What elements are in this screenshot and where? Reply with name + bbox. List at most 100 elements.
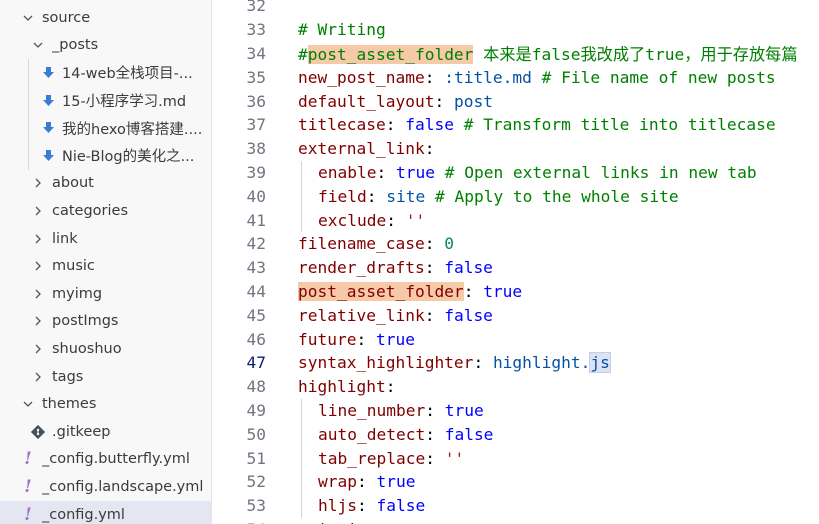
code-text: wrap: true: [318, 472, 415, 491]
code-line[interactable]: 49 line_number: true: [212, 398, 819, 423]
code-text: default_layout: post: [298, 92, 493, 111]
code-line[interactable]: 47 syntax_highlighter: highlight.js: [212, 351, 819, 375]
code-line[interactable]: 53 hljs: false: [212, 493, 819, 518]
code-line[interactable]: 41 exclude: '': [212, 208, 819, 232]
code-token: :: [425, 400, 445, 420]
explorer-item-myimg[interactable]: myimg: [0, 280, 211, 308]
code-token: field: [318, 186, 367, 206]
code-line[interactable]: 40 field: site # Apply to the whole site: [212, 184, 819, 209]
code-text: filename_case: 0: [298, 234, 454, 253]
chevron-right-icon[interactable]: [30, 258, 46, 274]
explorer-item-nie-blog[interactable]: Nie-Blog的美化之...: [0, 142, 211, 170]
chevron-right-icon[interactable]: [30, 369, 46, 385]
markdown-file-icon: [40, 94, 56, 108]
explorer-item-source[interactable]: source: [0, 4, 211, 32]
code-line[interactable]: 37 titlecase: false # Transform title int…: [212, 113, 819, 137]
code-token: external_link: [298, 139, 425, 159]
file-explorer: source _posts 14-web全栈项目-... 15-小程序学习.md 我的h…: [0, 0, 212, 524]
explorer-item-config-yml[interactable]: ! _config.yml: [0, 500, 211, 524]
code-line[interactable]: 45 relative_link: false: [212, 303, 819, 327]
chevron-right-icon[interactable]: [30, 313, 46, 329]
code-line[interactable]: 51 tab_replace: '': [212, 446, 819, 470]
line-number: 49: [246, 400, 267, 420]
explorer-item-label: .gitkeep: [52, 423, 111, 440]
explorer-item-posts[interactable]: _posts: [0, 32, 211, 60]
chevron-down-icon[interactable]: [20, 10, 36, 26]
code-line[interactable]: 36 default_layout: post: [212, 89, 819, 113]
code-line[interactable]: 43 render_drafts: false: [212, 256, 819, 280]
code-token: wrap: [318, 472, 357, 492]
explorer-item-label: _posts: [52, 37, 99, 54]
indent-guide: [301, 422, 302, 447]
explorer-item-about[interactable]: about: [0, 170, 211, 198]
code-token: '': [444, 448, 465, 468]
code-text: relative_link: false: [298, 306, 493, 325]
explorer-item-music[interactable]: music: [0, 252, 211, 280]
explorer-item-config-butterfly-yml[interactable]: ! _config.butterfly.yml: [0, 446, 211, 474]
code-text: new_post_name: :title.md # File name of …: [298, 68, 776, 87]
line-number: 34: [246, 43, 267, 63]
code-token: :: [424, 234, 445, 254]
code-line[interactable]: 50 auto_detect: false: [212, 422, 819, 447]
code-line[interactable]: 34 #post_asset_folder 本来是false我改成了true，用于…: [212, 42, 819, 66]
code-line[interactable]: 42 filename_case: 0: [212, 232, 819, 256]
code-token: render_drafts: [298, 258, 425, 278]
code-token: true: [444, 400, 484, 420]
code-token: :: [424, 139, 435, 159]
chevron-right-icon[interactable]: [30, 175, 46, 191]
code-token: tab_replace: [318, 448, 426, 468]
line-number: 48: [246, 377, 267, 397]
line-number: 44: [246, 281, 267, 301]
code-token: :: [386, 210, 406, 230]
line-number: 32: [246, 0, 267, 16]
line-number: 35: [246, 67, 267, 87]
code-line[interactable]: 33 # Writing: [212, 18, 819, 42]
code-line[interactable]: 48 highlight:: [212, 375, 819, 399]
search-match: post_asset_folder: [298, 281, 464, 301]
code-token: true: [376, 472, 416, 492]
chevron-right-icon[interactable]: [30, 203, 46, 219]
code-line[interactable]: 44 post_asset_folder: true: [212, 280, 819, 304]
explorer-item-15-md[interactable]: 15-小程序学习.md: [0, 87, 211, 115]
code-line[interactable]: 32: [212, 0, 819, 18]
explorer-item-tags[interactable]: tags: [0, 363, 211, 391]
explorer-item-shuoshuo[interactable]: shuoshuo: [0, 335, 211, 363]
code-token: :: [356, 496, 377, 516]
code-token: '': [405, 210, 426, 230]
explorer-item-link[interactable]: link: [0, 225, 211, 253]
code-editor[interactable]: 32 33 # Writing 34 #post_asset_folder 本来是fal…: [212, 0, 819, 524]
code-token: true: [395, 162, 435, 182]
explorer-item-label: about: [52, 175, 94, 192]
code-line[interactable]: 54 prismjs:: [212, 518, 819, 524]
code-text: hljs: false: [318, 496, 425, 515]
code-text: render_drafts: false: [298, 258, 493, 277]
indent-guide: [301, 470, 302, 494]
code-token: :: [385, 115, 406, 135]
code-line[interactable]: 46 future: true: [212, 327, 819, 351]
explorer-item-label: myimg: [52, 285, 103, 302]
explorer-item-hexo[interactable]: 我的hexo博客搭建....: [0, 114, 211, 142]
chevron-down-icon[interactable]: [30, 37, 46, 53]
explorer-item-postimgs[interactable]: postImgs: [0, 308, 211, 336]
chevron-right-icon[interactable]: [30, 231, 46, 247]
explorer-item-gitkeep[interactable]: .gitkeep: [0, 418, 211, 446]
code-line[interactable]: 52 wrap: true: [212, 470, 819, 494]
explorer-item-themes[interactable]: themes: [0, 390, 211, 418]
chevron-right-icon[interactable]: [30, 286, 46, 302]
chevron-down-icon[interactable]: [20, 396, 36, 412]
line-number: 36: [246, 91, 267, 111]
explorer-item-config-landscape-yml[interactable]: ! _config.landscape.yml: [0, 473, 211, 501]
code-line[interactable]: 38 external_link:: [212, 137, 819, 161]
code-token: :: [425, 448, 445, 468]
line-number: 38: [246, 139, 267, 159]
explorer-item-categories[interactable]: categories: [0, 197, 211, 225]
code-token: :: [366, 186, 387, 206]
explorer-item-label: shuoshuo: [52, 340, 122, 357]
code-line[interactable]: 35 new_post_name: :title.md # File name o…: [212, 65, 819, 89]
indent-guide: [301, 493, 302, 518]
chevron-right-icon[interactable]: [30, 341, 46, 357]
code-line[interactable]: 39 enable: true # Open external links in …: [212, 160, 819, 185]
code-text: #post_asset_folder 本来是false我改成了true，用于存放…: [298, 41, 798, 65]
explorer-item-14-web[interactable]: 14-web全栈项目-...: [0, 59, 211, 87]
code-token: exclude: [318, 210, 387, 230]
